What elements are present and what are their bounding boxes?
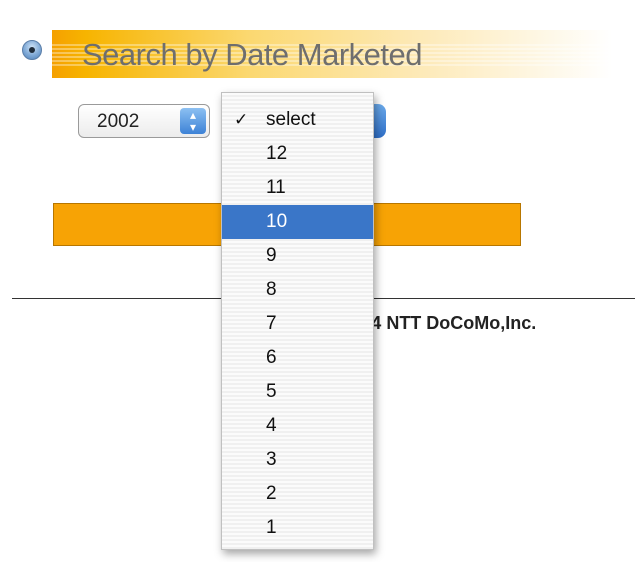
- dropdown-option[interactable]: 7: [222, 307, 373, 341]
- option-label: 1: [266, 517, 277, 538]
- search-by-date-radio[interactable]: [22, 40, 42, 60]
- dropdown-option[interactable]: 9: [222, 239, 373, 273]
- dropdown-option[interactable]: 8: [222, 273, 373, 307]
- copyright-visible: 004 NTT DoCoMo,Inc.: [351, 313, 537, 333]
- dropdown-option[interactable]: 4: [222, 409, 373, 443]
- option-label: 5: [266, 381, 277, 402]
- option-label: 12: [266, 143, 288, 164]
- year-select-value: 2002: [97, 111, 140, 132]
- dropdown-option[interactable]: 5: [222, 375, 373, 409]
- dropdown-option[interactable]: 1: [222, 511, 373, 545]
- option-label: 3: [266, 449, 277, 470]
- dropdown-option[interactable]: 3: [222, 443, 373, 477]
- option-label: 2: [266, 483, 277, 504]
- select-stepper-icon: ▴ ▾: [180, 108, 206, 134]
- dropdown-option[interactable]: 2: [222, 477, 373, 511]
- month-dropdown-menu: ✓ select 12 11 10 9 8 7 6 5 4 3 2 1: [221, 92, 374, 550]
- option-label: select: [266, 109, 316, 130]
- dropdown-option[interactable]: 11: [222, 171, 373, 205]
- dropdown-option[interactable]: 6: [222, 341, 373, 375]
- checkmark-icon: ✓: [234, 110, 249, 129]
- option-label: 9: [266, 245, 277, 266]
- option-label: 4: [266, 415, 277, 436]
- option-label: 7: [266, 313, 277, 334]
- option-label: 8: [266, 279, 277, 300]
- option-label: 6: [266, 347, 277, 368]
- option-label: 11: [266, 177, 286, 198]
- year-select[interactable]: 2002 ▴ ▾: [78, 104, 210, 138]
- dropdown-option[interactable]: 12: [222, 137, 373, 171]
- dropdown-option-highlighted[interactable]: 10: [222, 205, 373, 239]
- section-title: Search by Date Marketed: [82, 37, 423, 72]
- dropdown-option[interactable]: ✓ select: [222, 103, 373, 137]
- option-label: 10: [266, 211, 288, 232]
